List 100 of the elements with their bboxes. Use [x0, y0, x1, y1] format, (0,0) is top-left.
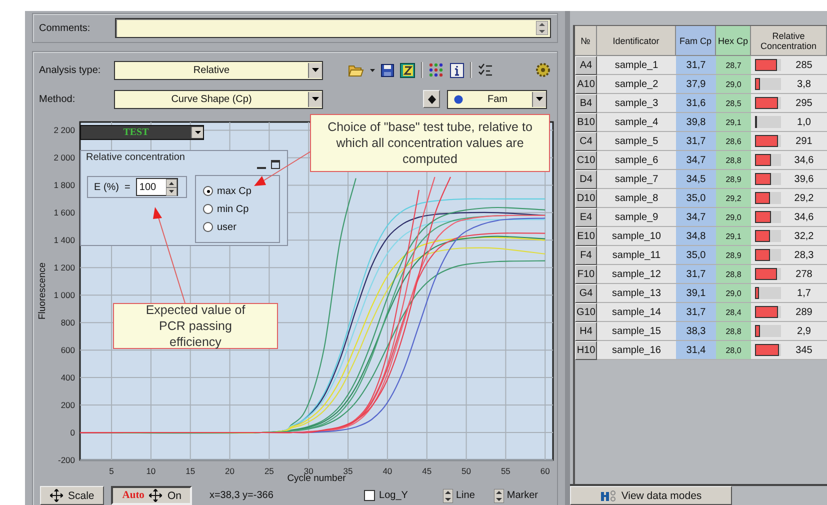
analysis-type-label: Analysis type:: [39, 64, 102, 76]
table-cell: sample_11: [597, 246, 676, 265]
table-cell: 31,7: [676, 132, 716, 151]
table-cell-text: 289: [794, 306, 814, 318]
y-tick-label: 600: [60, 345, 75, 356]
table-cell: sample_1: [597, 56, 676, 75]
table-cell-text: 2,9: [796, 326, 812, 336]
y-tick-label: 1 600: [54, 208, 75, 218]
y-tick-label: 400: [60, 372, 75, 383]
table-cell: sample_13: [597, 284, 676, 303]
x-tick-label: 25: [264, 466, 274, 476]
table-cell: 29,0: [716, 75, 751, 94]
table-cell-text: 295: [794, 98, 814, 108]
table-cell: 28,8: [716, 151, 751, 170]
y-tick-label: 2 000: [54, 152, 75, 163]
y-tick-label: -200: [58, 455, 75, 465]
table-cell-text: 278: [794, 268, 814, 280]
table-cell: 31,4: [676, 341, 716, 360]
method-label: Method:: [39, 94, 76, 104]
table-cell: sample_14: [597, 303, 676, 322]
table-cell: 29,0: [716, 208, 751, 227]
x-axis-title: Cycle number: [287, 473, 346, 484]
table-cell: sample_2: [597, 75, 676, 94]
table-cell-text: 285: [794, 60, 814, 70]
table-cell: 31,7: [676, 56, 716, 75]
y-tick-label: 1 400: [54, 235, 75, 246]
callout-note: Choice of "base" test tube, relative to which all concentration values are computed: [310, 114, 550, 172]
table-cell: 28,8: [716, 322, 751, 341]
table-cell: 28,9: [716, 170, 751, 189]
table-cell-text: 34,6: [793, 154, 815, 166]
table-cell: 29,2: [716, 189, 751, 208]
line-label: Line: [456, 490, 475, 501]
table-cell-text: 345: [794, 344, 814, 356]
x-tick-label: 30: [304, 466, 314, 476]
table-cell: sample_10: [597, 227, 676, 246]
table-cell: 28,6: [716, 132, 751, 151]
y-tick-label: 800: [60, 318, 75, 328]
table-cell: 38,3: [676, 322, 716, 341]
table-cell: 28,7: [716, 56, 751, 75]
table-cell: sample_4: [597, 113, 676, 132]
y-tick-label: 0: [70, 428, 75, 438]
efficiency-label: E (%) =: [94, 182, 130, 192]
y-axis-title: Fluorescence: [37, 262, 48, 320]
table-cell-text: 29,2: [793, 192, 815, 204]
y-tick-label: 1 000: [54, 290, 75, 300]
comments-label: Comments:: [39, 22, 92, 34]
y-tick-label: 2 200: [54, 125, 75, 136]
table-cell: 31,7: [676, 265, 716, 284]
table-cell: 37,9: [676, 75, 716, 94]
x-tick-label: 10: [146, 466, 156, 476]
table-cell: sample_16: [597, 341, 676, 360]
table-cell: 31,6: [676, 94, 716, 113]
x-tick-label: 5: [109, 466, 114, 476]
panel-title: Relative concentration: [86, 152, 185, 163]
x-tick-label: 20: [225, 466, 235, 476]
table-cell: 34,5: [676, 170, 716, 189]
table-cell-text: 39,6: [793, 174, 815, 184]
table-cell: 35,0: [676, 189, 716, 208]
table-cell: 39,1: [676, 284, 716, 303]
y-tick-label: 1 200: [54, 262, 75, 273]
table-cell-text: 3,8: [796, 78, 812, 90]
x-tick-label: 50: [462, 466, 472, 476]
table-cell: 28,8: [716, 265, 751, 284]
y-tick-label: 200: [60, 400, 75, 410]
table-cell: 28,4: [716, 303, 751, 322]
table-cell: sample_15: [597, 322, 676, 341]
x-tick-label: 35: [343, 466, 353, 476]
table-cell-text: 28,3: [793, 250, 815, 260]
y-tick-label: 1 800: [54, 180, 75, 190]
table-cell: sample_6: [597, 151, 676, 170]
table-cell: 28,9: [716, 246, 751, 265]
table-cell: 29,1: [716, 227, 751, 246]
table-cell: 31,7: [676, 303, 716, 322]
table-cell: 29,1: [716, 113, 751, 132]
table-cell-text: 34,6: [793, 212, 815, 222]
table-cell: 28,0: [716, 341, 751, 360]
table-cell: 34,7: [676, 151, 716, 170]
table-cell: 29,0: [716, 284, 751, 303]
callout-note: Expected value of PCR passing efficiency: [113, 303, 278, 349]
table-cell-text: 1,0: [796, 116, 812, 128]
marker-label: Marker: [506, 490, 538, 501]
x-tick-label: 55: [500, 466, 510, 476]
table-cell: 34,8: [676, 227, 716, 246]
table-cell: sample_8: [597, 189, 676, 208]
table-cell: sample_9: [597, 208, 676, 227]
table-cell: 35,0: [676, 246, 716, 265]
table-cell: 39,8: [676, 113, 716, 132]
table-cell: 28,5: [716, 94, 751, 113]
table-cell: sample_5: [597, 132, 676, 151]
x-tick-label: 60: [540, 466, 550, 476]
x-tick-label: 45: [422, 466, 432, 476]
table-cell: sample_12: [597, 265, 676, 284]
table-cell: sample_3: [597, 94, 676, 113]
table-cell-text: 1,7: [796, 288, 812, 298]
table-cell: sample_7: [597, 170, 676, 189]
table-cell: 34,7: [676, 208, 716, 227]
table-cell-text: 32,2: [793, 230, 815, 242]
table-cell-text: 291: [794, 136, 814, 146]
x-tick-label: 40: [382, 466, 392, 476]
x-tick-label: 15: [186, 466, 196, 476]
